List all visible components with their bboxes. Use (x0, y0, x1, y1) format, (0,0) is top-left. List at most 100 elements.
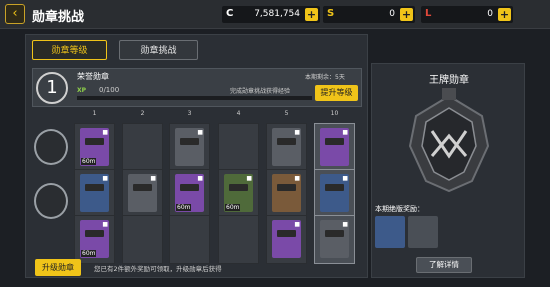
duration-tag: 60m (225, 204, 241, 211)
medal-level-panel: 勋章等级 勋章挑战 1 荣誉勋章 XP 0/100 完成勋章挑战获得经验 本期剩… (25, 34, 368, 278)
lock-icon: ■ (294, 129, 300, 136)
weapon-icon (277, 138, 296, 145)
reward-item[interactable]: ■ (175, 128, 204, 166)
reward-cell[interactable]: ■ (266, 169, 307, 218)
reward-cell[interactable]: ■ (266, 123, 307, 172)
xp-value: 0/100 (99, 86, 120, 94)
weapon-icon (277, 184, 296, 191)
reward-cell (218, 215, 259, 264)
promote-note: 您已有2件额外奖励可领取，升级勋章后获得 (94, 265, 222, 273)
lock-icon: ■ (102, 221, 108, 228)
reward-cell[interactable]: ■ (169, 123, 210, 172)
reward-item[interactable]: ■ 60m (80, 128, 109, 166)
reward-item[interactable]: ■ (128, 174, 157, 212)
column-header-10: 10 (330, 110, 339, 117)
weapon-icon (180, 138, 199, 145)
column-header-3: 3 (187, 110, 192, 117)
reward-item[interactable]: ■ (320, 174, 349, 212)
ace-medal-art (408, 88, 490, 193)
reward-cell[interactable]: ■ 60m (74, 123, 115, 172)
rank-name: 荣誉勋章 (77, 72, 109, 81)
reward-item[interactable]: ■ 60m (80, 220, 109, 258)
reward-item[interactable]: ■ (320, 128, 349, 166)
column-header-1: 1 (92, 110, 97, 117)
column-header-2: 2 (140, 110, 145, 117)
weapon-icon (133, 184, 152, 191)
rank-level: 1 (36, 72, 68, 104)
season-remaining: 本期剩余：5天 (305, 74, 345, 81)
lock-icon: ■ (102, 175, 108, 182)
lock-icon: ■ (197, 175, 203, 182)
learn-more-button[interactable]: 了解详情 (416, 257, 472, 273)
reward-cell (122, 215, 163, 264)
reward-cell[interactable]: ■ (74, 169, 115, 218)
lock-icon: ■ (246, 175, 252, 182)
exclusive-reward-label: 本期绝版奖励： (375, 205, 424, 213)
currency-l-value: 0 (487, 9, 493, 19)
reward-cell[interactable]: ■ (314, 215, 355, 264)
reward-item[interactable]: ■ 60m (175, 174, 204, 212)
lock-icon: ■ (102, 129, 108, 136)
reward-cell[interactable]: ■ (314, 169, 355, 218)
weapon-icon (325, 138, 344, 145)
add-currency-c-button[interactable]: + (305, 8, 318, 21)
currency-c-value: 7,581,754 (254, 9, 300, 19)
target-emblem-icon (34, 183, 68, 219)
reward-cell[interactable]: ■ (266, 215, 307, 264)
reward-cell (122, 123, 163, 172)
exclusive-reward-1[interactable] (375, 216, 405, 248)
xp-label: XP (77, 87, 87, 94)
lock-icon: ■ (294, 175, 300, 182)
currency-s: S 0 + (323, 6, 415, 23)
lock-icon: ■ (342, 175, 348, 182)
currency-l: L 0 + (421, 6, 513, 23)
rank-summary: 1 荣誉勋章 XP 0/100 完成勋章挑战获得经验 本期剩余：5天 提升等级 (32, 68, 362, 107)
weapon-icon (180, 184, 199, 191)
currency-c: C 7,581,754 + (222, 6, 320, 23)
currency-c-icon: C (226, 8, 234, 19)
reward-cell[interactable]: ■ 60m (169, 169, 210, 218)
weapon-icon (85, 184, 104, 191)
weapon-icon (229, 184, 248, 191)
page-title: 勋章挑战 (32, 10, 85, 25)
weapon-icon (277, 230, 296, 237)
add-currency-l-button[interactable]: + (498, 8, 511, 21)
currency-s-value: 0 (389, 9, 395, 19)
reward-cell (169, 215, 210, 264)
weapon-icon (85, 138, 104, 145)
back-arrow-icon[interactable]: ‹ (5, 4, 25, 24)
reward-cell (218, 123, 259, 172)
reward-cell[interactable]: ■ 60m (74, 215, 115, 264)
tab-medal-challenge[interactable]: 勋章挑战 (119, 40, 198, 60)
reward-item[interactable]: ■ 60m (224, 174, 253, 212)
weapon-icon (325, 230, 344, 237)
duration-tag: 60m (81, 250, 97, 257)
currency-s-icon: S (327, 8, 335, 19)
reward-cell[interactable]: ■ 60m (218, 169, 259, 218)
reward-cell[interactable]: ■ (122, 169, 163, 218)
tab-medal-level[interactable]: 勋章等级 (32, 40, 107, 60)
promote-medal-button[interactable]: 升级勋章 (35, 259, 81, 276)
reward-item[interactable]: ■ (272, 128, 301, 166)
lock-icon: ■ (197, 129, 203, 136)
reward-item[interactable]: ■ (272, 174, 301, 212)
reward-item[interactable]: ■ (80, 174, 109, 212)
lock-icon: ■ (342, 221, 348, 228)
xp-progress-bar (77, 96, 312, 100)
reward-cell[interactable]: ■ (314, 123, 355, 172)
ace-medal-panel: 王牌勋章 本期绝版奖励： 了解详情 (371, 63, 525, 278)
reward-item[interactable]: ■ (272, 220, 301, 258)
reward-item[interactable]: ■ (320, 220, 349, 258)
weapon-icon (85, 230, 104, 237)
weapon-icon (325, 184, 344, 191)
duration-tag: 60m (81, 158, 97, 165)
exclusive-reward-2[interactable] (408, 216, 438, 248)
lock-icon: ■ (342, 129, 348, 136)
winged-emblem-icon (34, 129, 68, 165)
lock-icon: ■ (294, 221, 300, 228)
add-currency-s-button[interactable]: + (400, 8, 413, 21)
lock-icon: ■ (150, 175, 156, 182)
ace-medal-title: 王牌勋章 (429, 75, 469, 86)
upgrade-level-button[interactable]: 提升等级 (315, 85, 358, 101)
column-header-4: 4 (236, 110, 241, 117)
